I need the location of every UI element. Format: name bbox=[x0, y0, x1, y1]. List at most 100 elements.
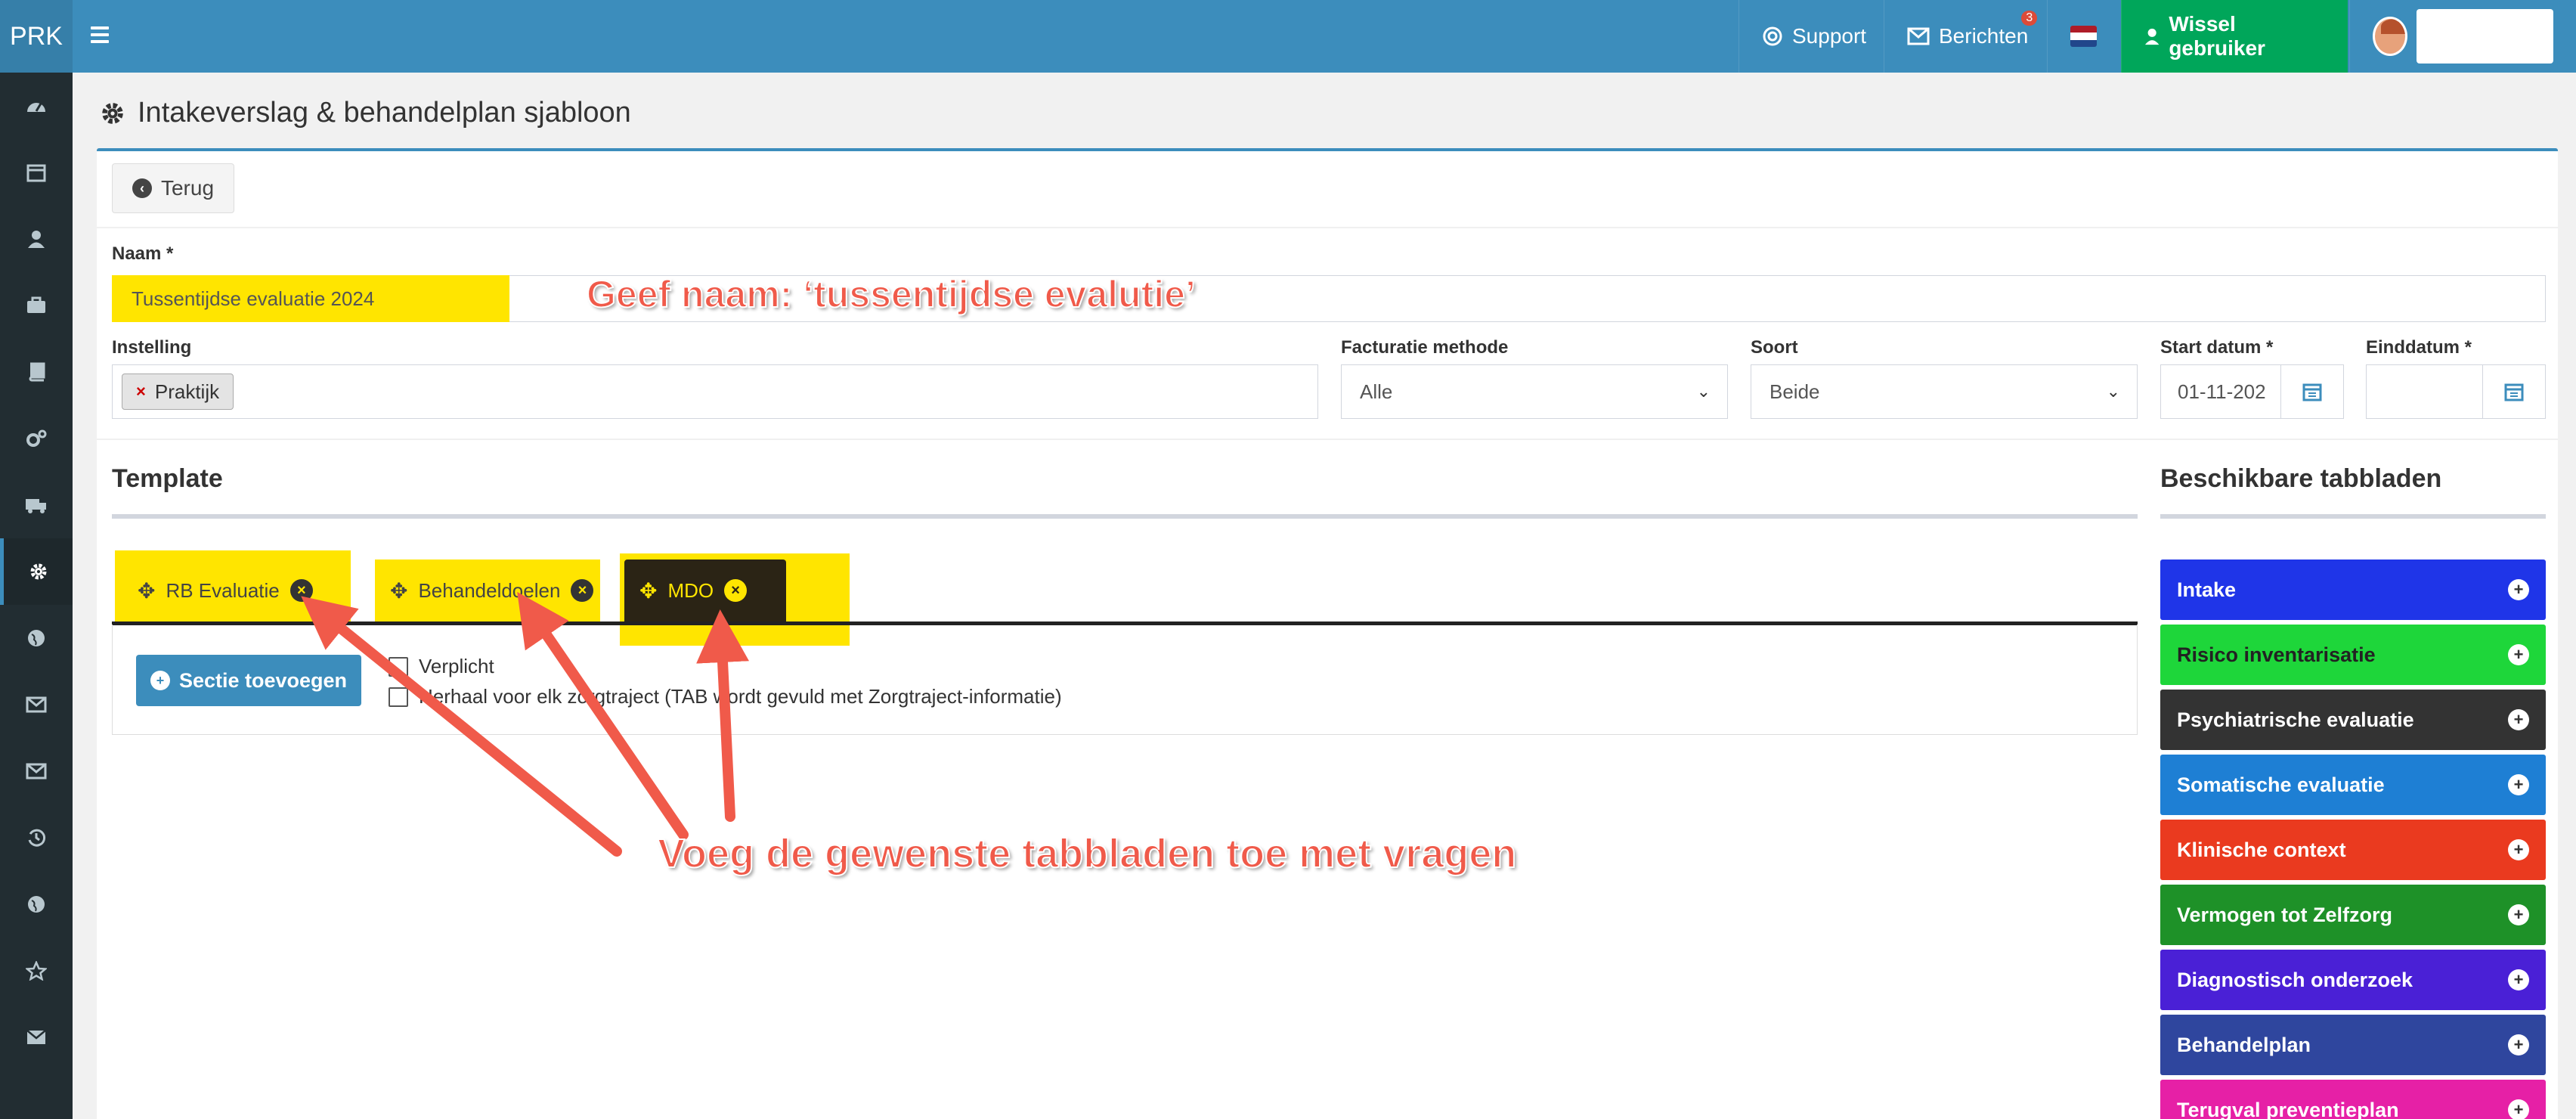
facturatie-value: Alle bbox=[1360, 380, 1393, 403]
switch-user-button[interactable]: Wissel gebruiker bbox=[2121, 0, 2348, 73]
available-tab-label: Terugval preventieplan bbox=[2177, 1098, 2399, 1119]
instelling-multiselect[interactable]: × Praktijk bbox=[112, 364, 1318, 419]
language-selector[interactable] bbox=[2047, 0, 2119, 73]
sidebar-item-globe-icon[interactable] bbox=[0, 871, 73, 938]
available-tab-item[interactable]: Terugval preventieplan + bbox=[2160, 1080, 2546, 1119]
available-tab-item[interactable]: Intake + bbox=[2160, 560, 2546, 620]
app-logo[interactable]: PRK bbox=[0, 0, 73, 73]
sidebar-item-user-icon[interactable] bbox=[0, 206, 73, 272]
einddatum-label: Einddatum * bbox=[2366, 337, 2472, 358]
berichten-link[interactable]: Berichten 3 bbox=[1884, 0, 2051, 73]
start-datum-label: Start datum * bbox=[2160, 337, 2274, 358]
available-tab-label: Diagnostisch onderzoek bbox=[2177, 968, 2413, 991]
add-section-label: Sectie toevoegen bbox=[178, 668, 348, 692]
facturatie-label: Facturatie methode bbox=[1341, 337, 1509, 358]
close-icon[interactable]: × bbox=[571, 579, 594, 602]
support-label: Support bbox=[1792, 24, 1867, 48]
divider bbox=[97, 227, 2558, 228]
annotation-naam-note: Geef naam: ‘tussentijdse evalutie’ bbox=[586, 272, 1197, 316]
sidebar-item-envelope-icon[interactable] bbox=[0, 738, 73, 804]
plus-circle-icon[interactable]: + bbox=[2508, 774, 2529, 795]
soort-label: Soort bbox=[1751, 337, 1798, 358]
available-tabs-heading: Beschikbare tabbladen bbox=[2160, 464, 2442, 493]
sidebar-item-envelope-icon[interactable] bbox=[0, 1004, 73, 1071]
template-heading: Template bbox=[112, 464, 223, 493]
soort-value: Beide bbox=[1769, 380, 1820, 403]
plus-circle-icon[interactable]: + bbox=[2508, 839, 2529, 860]
available-tab-item[interactable]: Psychiatrische evaluatie + bbox=[2160, 690, 2546, 750]
sidebar-item-star-icon[interactable] bbox=[0, 938, 73, 1004]
instelling-chip[interactable]: × Praktijk bbox=[122, 374, 234, 410]
top-navbar: PRK Support Berichten 3 Wissel gebruiker bbox=[0, 0, 2576, 73]
gear-icon bbox=[102, 102, 123, 124]
start-datum-calendar-button[interactable] bbox=[2280, 364, 2344, 419]
sidebar-item-history-icon[interactable] bbox=[0, 804, 73, 871]
plus-circle-icon[interactable]: + bbox=[2508, 904, 2529, 925]
soort-select[interactable]: Beide ⌄ bbox=[1751, 364, 2138, 419]
herhaal-row: Herhaal voor elk zorgtraject (TAB wordt … bbox=[389, 685, 1062, 708]
facturatie-select[interactable]: Alle ⌄ bbox=[1341, 364, 1728, 419]
available-tab-item[interactable]: Risico inventarisatie + bbox=[2160, 625, 2546, 685]
sidebar-item-briefcase-icon[interactable] bbox=[0, 272, 73, 339]
available-tab-label: Risico inventarisatie bbox=[2177, 643, 2376, 666]
verplicht-row: Verplicht bbox=[389, 655, 494, 678]
plus-circle-icon[interactable]: + bbox=[2508, 579, 2529, 600]
close-icon[interactable]: × bbox=[724, 579, 748, 602]
available-tab-label: Intake bbox=[2177, 578, 2237, 601]
verplicht-checkbox[interactable] bbox=[389, 656, 408, 677]
tab-rb-evaluatie[interactable]: ✥ RB Evaluatie × bbox=[122, 560, 328, 621]
sidebar-item-book-icon[interactable] bbox=[0, 339, 73, 405]
instelling-label: Instelling bbox=[112, 337, 192, 358]
available-tab-item[interactable]: Vermogen tot Zelfzorg + bbox=[2160, 885, 2546, 945]
sidebar-item-calendar-icon[interactable] bbox=[0, 139, 73, 206]
sidebar-item-cog-icon[interactable] bbox=[0, 538, 73, 605]
user-menu[interactable] bbox=[2349, 0, 2576, 73]
einddatum-calendar-button[interactable] bbox=[2482, 364, 2546, 419]
plus-circle-icon[interactable]: + bbox=[2508, 1034, 2529, 1055]
sidebar-item-globe-icon[interactable] bbox=[0, 605, 73, 671]
available-tab-item[interactable]: Klinische context + bbox=[2160, 820, 2546, 880]
plus-circle-icon[interactable]: + bbox=[2508, 709, 2529, 730]
sidebar-item-envelope-icon[interactable] bbox=[0, 671, 73, 738]
sidebar-item-cogs-icon[interactable] bbox=[0, 405, 73, 472]
chevron-down-icon: ⌄ bbox=[1696, 382, 1711, 401]
sidebar bbox=[0, 73, 73, 1119]
tab-panel bbox=[112, 625, 2138, 735]
back-button-label: Terug bbox=[160, 176, 215, 200]
plus-circle-icon[interactable]: + bbox=[2508, 644, 2529, 665]
herhaal-label: Herhaal voor elk zorgtraject (TAB wordt … bbox=[419, 685, 1062, 708]
available-tab-item[interactable]: Behandelplan + bbox=[2160, 1015, 2546, 1075]
naam-value[interactable]: Tussentijdse evaluatie 2024 bbox=[112, 275, 509, 322]
berichten-count-badge: 3 bbox=[2021, 11, 2038, 26]
annotation-tabs-note: Voeg de gewenste tabbladen toe met vrage… bbox=[657, 830, 1517, 877]
dutch-flag-icon bbox=[2070, 26, 2097, 47]
move-icon[interactable]: ✥ bbox=[639, 578, 657, 603]
calendar-icon bbox=[2302, 383, 2322, 401]
page-title: Intakeverslag & behandelplan sjabloon bbox=[138, 97, 631, 129]
menu-toggle-icon[interactable] bbox=[91, 23, 118, 50]
tab-behandeldoelen[interactable]: ✥ Behandeldoelen × bbox=[375, 560, 608, 621]
einddatum-input[interactable] bbox=[2366, 364, 2487, 419]
user-name-box bbox=[2416, 9, 2553, 64]
herhaal-checkbox[interactable] bbox=[389, 687, 408, 707]
available-tab-label: Behandelplan bbox=[2177, 1033, 2311, 1056]
tab-mdo[interactable]: ✥ MDO × bbox=[624, 560, 786, 621]
template-heading-rule bbox=[112, 514, 2138, 519]
support-link[interactable]: Support bbox=[1738, 0, 1889, 73]
available-tab-label: Psychiatrische evaluatie bbox=[2177, 708, 2414, 731]
available-tab-item[interactable]: Somatische evaluatie + bbox=[2160, 755, 2546, 815]
sidebar-item-dashboard-icon[interactable] bbox=[0, 73, 73, 139]
plus-circle-icon[interactable]: + bbox=[2508, 1099, 2529, 1119]
start-datum-input[interactable]: 01-11-202 bbox=[2160, 364, 2281, 419]
sidebar-item-truck-icon[interactable] bbox=[0, 472, 73, 538]
move-icon[interactable]: ✥ bbox=[138, 578, 155, 603]
remove-chip-icon[interactable]: × bbox=[136, 382, 146, 401]
available-tab-item[interactable]: Diagnostisch onderzoek + bbox=[2160, 950, 2546, 1010]
arrow-circle-left-icon: ‹ bbox=[132, 178, 152, 198]
close-icon[interactable]: × bbox=[289, 579, 313, 602]
add-section-button[interactable]: + Sectie toevoegen bbox=[136, 655, 361, 706]
plus-circle-icon[interactable]: + bbox=[2508, 969, 2529, 990]
back-button[interactable]: ‹ Terug bbox=[112, 163, 234, 213]
available-tabs-heading-rule bbox=[2160, 514, 2546, 519]
move-icon[interactable]: ✥ bbox=[390, 578, 407, 603]
